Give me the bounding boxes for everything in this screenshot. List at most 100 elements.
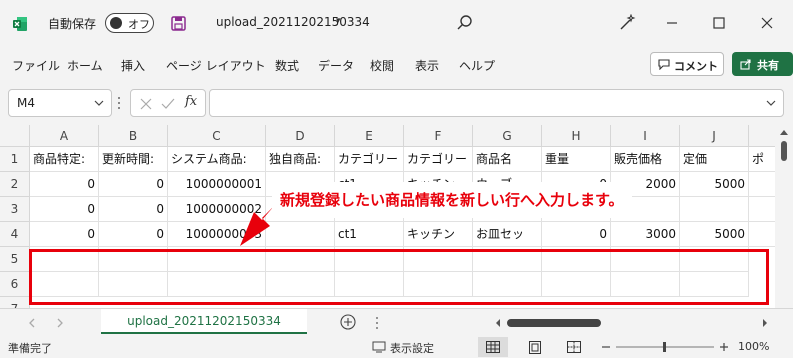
header-cell[interactable]: 商品特定:	[30, 147, 99, 172]
insert-function-button[interactable]: fx	[185, 94, 197, 109]
hscroll-left-icon[interactable]	[494, 318, 502, 328]
add-sheet-icon[interactable]	[340, 314, 356, 330]
vertical-scrollbar[interactable]	[775, 125, 793, 308]
column-header-a[interactable]: A	[30, 125, 99, 147]
data-cell[interactable]	[749, 197, 775, 222]
column-header-g[interactable]: G	[473, 125, 542, 147]
hscroll-right-icon[interactable]	[761, 318, 769, 328]
menu-file[interactable]: ファイル	[12, 57, 60, 74]
select-all-corner[interactable]	[0, 125, 30, 147]
vertical-scrollbar-track	[780, 130, 788, 161]
chevron-down-icon[interactable]: ▾	[336, 16, 341, 26]
file-name[interactable]: upload_20211202150334	[216, 15, 370, 29]
column-header-h[interactable]: H	[542, 125, 611, 147]
data-cell[interactable]	[749, 222, 775, 247]
formula-bar: M4 fx	[0, 86, 793, 122]
maximize-icon[interactable]	[709, 13, 729, 33]
more-dots-icon[interactable]	[116, 96, 122, 110]
row-header-5[interactable]: 5	[0, 247, 30, 272]
header-cell[interactable]: 独自商品:	[266, 147, 335, 172]
menu-data[interactable]: データ	[318, 57, 354, 74]
data-cell[interactable]: 0	[30, 197, 99, 222]
data-cell[interactable]: 5000	[680, 222, 749, 247]
data-cell[interactable]: 0	[30, 222, 99, 247]
designer-wand-icon[interactable]	[618, 14, 636, 32]
column-header-f[interactable]: F	[404, 125, 473, 147]
display-settings-icon[interactable]	[372, 341, 386, 353]
row-header-1[interactable]: 1	[0, 147, 30, 172]
header-cell[interactable]: システム商品:	[168, 147, 266, 172]
tab-scroll-left-icon[interactable]	[28, 318, 36, 328]
data-cell[interactable]: 3000	[611, 222, 680, 247]
column-header-j[interactable]: J	[680, 125, 749, 147]
tab-scroll-right-icon[interactable]	[56, 318, 64, 328]
search-icon[interactable]	[456, 14, 474, 32]
menu-formulas[interactable]: 数式	[275, 57, 299, 74]
column-header-i[interactable]: I	[611, 125, 680, 147]
data-cell[interactable]: 5000	[680, 172, 749, 197]
menu-review[interactable]: 校閲	[370, 57, 394, 74]
menu-page-layout[interactable]: ページ レイアウト	[166, 57, 266, 74]
zoom-slider[interactable]	[600, 340, 730, 354]
column-header-d[interactable]: D	[266, 125, 335, 147]
name-box[interactable]: M4	[8, 89, 112, 117]
row-header-4[interactable]: 4	[0, 222, 30, 247]
column-header-k[interactable]	[749, 125, 775, 147]
formula-input[interactable]	[209, 89, 784, 117]
column-header-b[interactable]: B	[99, 125, 168, 147]
data-cell[interactable]: キッチン	[404, 222, 473, 247]
header-cell[interactable]: 定価	[680, 147, 749, 172]
column-header-e[interactable]: E	[335, 125, 404, 147]
minimize-icon[interactable]	[662, 13, 682, 33]
data-cell[interactable]: お皿セッ	[473, 222, 542, 247]
normal-view-button[interactable]	[478, 337, 508, 357]
data-cell[interactable]: 0	[99, 222, 168, 247]
header-cell[interactable]: 重量	[542, 147, 611, 172]
comment-button[interactable]: コメント	[650, 52, 724, 76]
grid-view-icon	[486, 341, 500, 353]
close-icon[interactable]	[757, 13, 777, 33]
row-header-7[interactable]: 7	[0, 297, 30, 308]
menu-help[interactable]: ヘルプ	[459, 57, 495, 74]
data-cell[interactable]: ct1	[335, 222, 404, 247]
header-cell[interactable]: ポ	[749, 147, 775, 172]
toggle-knob	[110, 17, 122, 29]
menu-insert[interactable]: 挿入	[121, 57, 145, 74]
horizontal-scrollbar-thumb[interactable]	[507, 319, 601, 327]
header-cell[interactable]: カテゴリー	[404, 147, 473, 172]
header-cell[interactable]: 更新時間:	[99, 147, 168, 172]
cancel-icon[interactable]	[139, 97, 153, 111]
column-header-c[interactable]: C	[168, 125, 266, 147]
highlight-box	[29, 249, 769, 305]
page-layout-icon[interactable]	[529, 341, 541, 354]
data-cell[interactable]	[749, 172, 775, 197]
comment-label: コメント	[674, 60, 718, 73]
page-break-icon[interactable]	[567, 341, 581, 353]
row-header-2[interactable]: 2	[0, 172, 30, 197]
save-icon[interactable]	[171, 16, 186, 31]
share-icon	[740, 59, 751, 70]
data-cell[interactable]	[680, 197, 749, 222]
row-header-6[interactable]: 6	[0, 272, 30, 297]
menu-home[interactable]: ホーム	[67, 57, 103, 74]
header-cell[interactable]: 商品名	[473, 147, 542, 172]
zoom-level[interactable]: 100%	[738, 340, 769, 353]
title-bar: 自動保存 オフ upload_20211202150334 ▾	[0, 0, 793, 46]
tab-split-dots-icon[interactable]	[375, 316, 379, 330]
data-cell[interactable]: 0	[542, 222, 611, 247]
share-button[interactable]: 共有	[732, 52, 793, 76]
display-settings-button[interactable]: 表示設定	[390, 340, 434, 356]
header-cell[interactable]: カテゴリー	[335, 147, 404, 172]
menu-view[interactable]: 表示	[415, 57, 439, 74]
row-header-3[interactable]: 3	[0, 197, 30, 222]
chevron-down-icon[interactable]	[765, 97, 777, 109]
check-icon[interactable]	[161, 97, 175, 111]
data-cell[interactable]: 0	[99, 197, 168, 222]
header-cell[interactable]: 販売価格	[611, 147, 680, 172]
autosave-toggle[interactable]: オフ	[105, 13, 154, 33]
data-cell[interactable]: 0	[30, 172, 99, 197]
data-cell[interactable]: 0	[99, 172, 168, 197]
chevron-down-icon[interactable]	[93, 97, 105, 109]
comment-icon	[658, 59, 670, 70]
sheet-tab-active[interactable]: upload_20211202150334	[101, 309, 307, 334]
